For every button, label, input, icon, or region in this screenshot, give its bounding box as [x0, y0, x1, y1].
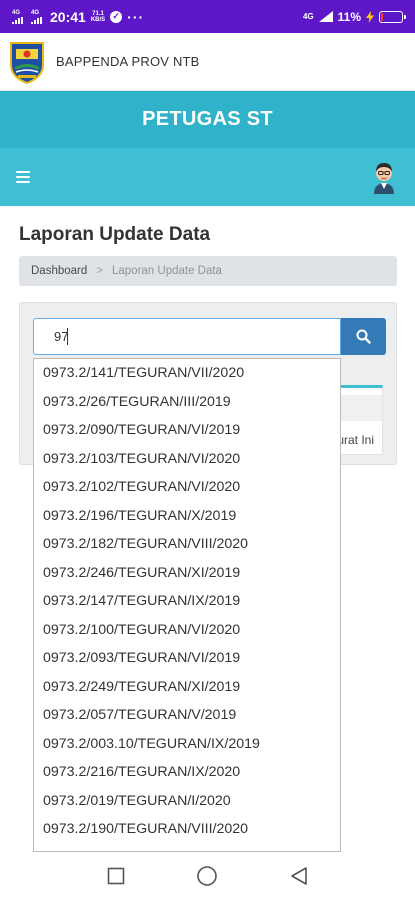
suggestion-item[interactable]: 0973.2/147/TEGURAN/IX/2019 — [34, 587, 340, 616]
suggestion-item[interactable]: 0973.2/019/TEGURAN/I/2020 — [34, 787, 340, 816]
nav-bar — [0, 148, 415, 206]
suggestion-item[interactable]: 0973.2/003.10/TEGURAN/IX/2019 — [34, 730, 340, 759]
search-button[interactable] — [341, 318, 386, 355]
breadcrumb-separator: > — [96, 265, 103, 277]
home-button[interactable] — [192, 861, 222, 891]
suggestion-item[interactable]: 0973.2/103/TEGURAN/VI/2020 — [34, 445, 340, 474]
suggestion-item[interactable]: 0973.2/057/TEGURAN/V/2019 — [34, 701, 340, 730]
battery-percent: 11% — [337, 9, 361, 24]
suggestion-item[interactable]: 0973.2/100/TEGURAN/VI/2020 — [34, 616, 340, 645]
check-icon: ✓ — [110, 10, 123, 23]
page-title: Laporan Update Data — [19, 224, 211, 245]
app-title: PETUGAS ST — [142, 108, 273, 130]
search-icon — [356, 329, 371, 344]
suggestion-item[interactable]: 0973.2/102/TEGURAN/VI/2020 — [34, 473, 340, 502]
signal-indicator-2: 4G — [31, 10, 43, 24]
ntb-emblem-logo — [10, 41, 44, 84]
suggestion-item[interactable]: 0973.2/246/TEGURAN/XI/2019 — [34, 559, 340, 588]
suggestion-item[interactable]: 0973.2/093/TEGURAN/VI/2019 — [34, 644, 340, 673]
signal-indicator-1: 4G — [12, 10, 24, 24]
signal-icon — [318, 11, 333, 22]
app-title-bar: PETUGAS ST — [0, 91, 415, 148]
hamburger-icon[interactable] — [16, 171, 30, 183]
square-icon — [107, 867, 125, 885]
suggestion-item[interactable]: 0973.2/141/TEGURAN/VII/2020 — [34, 359, 340, 388]
user-avatar-icon[interactable] — [369, 160, 399, 194]
breadcrumb: Dashboard > Laporan Update Data — [19, 256, 397, 286]
triangle-back-icon — [291, 867, 307, 885]
network-speed: 71.1 KB/S — [90, 10, 106, 23]
panel-partial-text: urat Ini — [337, 433, 374, 447]
suggestion-item[interactable]: 0973.2/26/TEGURAN/III/2019 — [34, 388, 340, 417]
suggestion-item[interactable]: 0973.2/182/TEGURAN/VIII/2020 — [34, 530, 340, 559]
back-button[interactable] — [284, 861, 314, 891]
brand-bar: BAPPENDA PROV NTB — [0, 33, 415, 91]
autocomplete-dropdown: 0973.2/141/TEGURAN/VII/2020 0973.2/26/TEG… — [33, 358, 341, 852]
breadcrumb-current: Laporan Update Data — [111, 265, 222, 277]
recents-button[interactable] — [101, 861, 131, 891]
suggestion-item[interactable]: 0973.2/216/TEGURAN/IX/2020 — [34, 758, 340, 787]
battery-icon — [379, 10, 406, 23]
status-bar: 4G 4G 20:41 71.1 KB/S ✓ ··· 4G 11% — [0, 0, 415, 33]
text-cursor — [67, 328, 68, 345]
suggestion-item[interactable]: 0973.2/190/TEGURAN/VIII/2020 — [34, 815, 340, 844]
brand-name: BAPPENDA PROV NTB — [56, 54, 200, 69]
suggestion-item[interactable]: 0973.2/090/TEGURAN/VI/2019 — [34, 416, 340, 445]
search-input[interactable] — [33, 318, 341, 355]
system-nav-bar — [0, 852, 415, 900]
suggestion-item[interactable]: 0973.2/196/TEGURAN/X/2019 — [34, 502, 340, 531]
charging-icon — [366, 10, 374, 23]
breadcrumb-dashboard-link[interactable]: Dashboard — [31, 265, 87, 277]
more-notifications-icon: ··· — [127, 8, 145, 25]
network-type: 4G — [302, 12, 314, 21]
clock: 20:41 — [50, 8, 86, 25]
circle-icon — [197, 866, 218, 886]
suggestion-item[interactable]: 0973.2/249/TEGURAN/XI/2019 — [34, 673, 340, 702]
